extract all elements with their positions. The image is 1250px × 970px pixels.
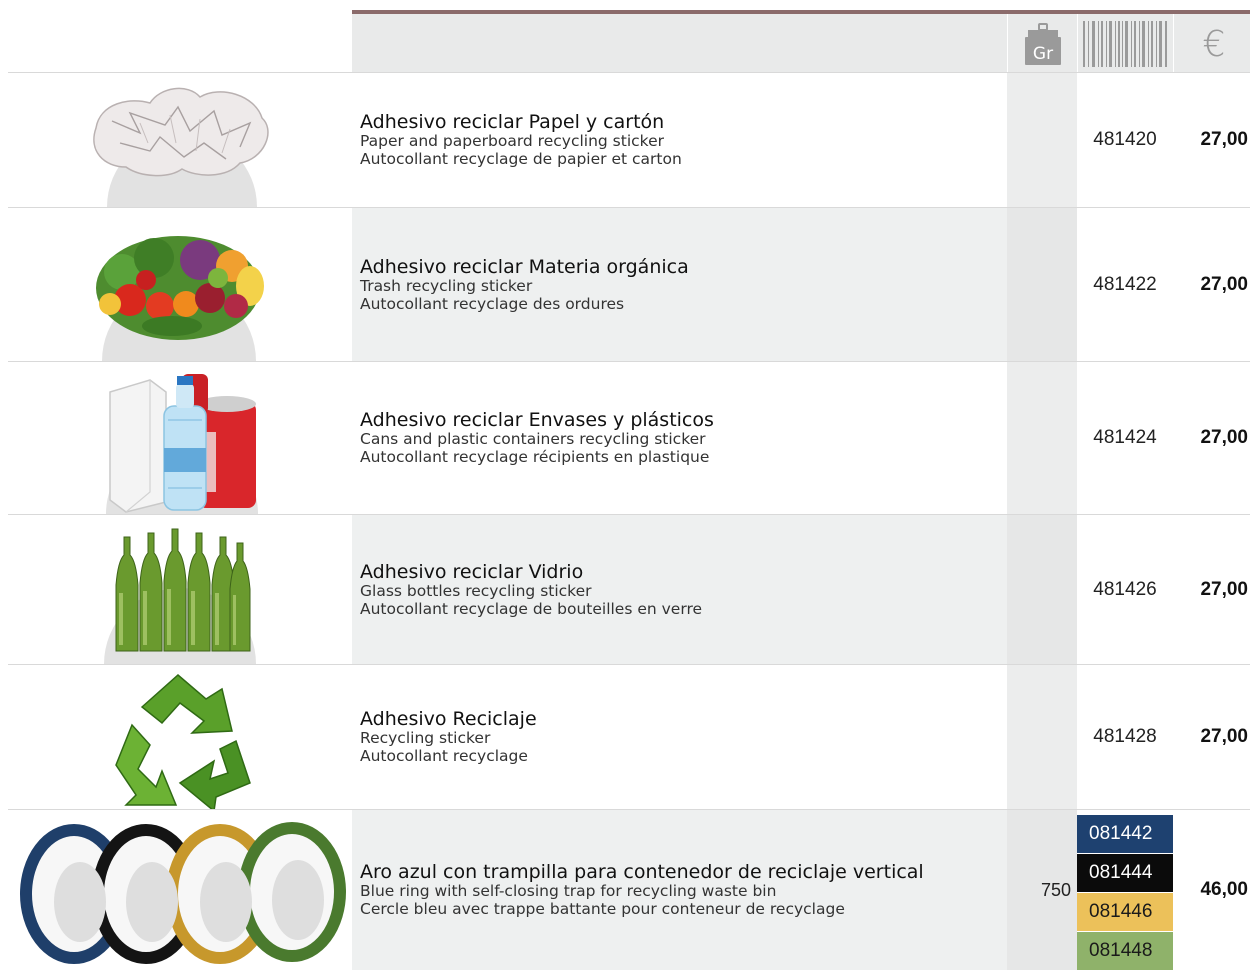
product-description: Adhesivo reciclar Envases y plásticos Ca…: [352, 362, 1007, 514]
product-name-en: Glass bottles recycling sticker: [360, 581, 592, 600]
color-code-green: 081448: [1077, 932, 1173, 970]
euro-icon: €: [1202, 24, 1226, 65]
header-separator: [1007, 14, 1008, 72]
product-name-fr: Autocollant recyclage de bouteilles en v…: [360, 599, 703, 618]
header-separator: [1077, 14, 1078, 72]
cans-plastic-bottle-image: [0, 362, 352, 514]
product-name-es: Adhesivo reciclar Envases y plásticos: [360, 409, 714, 431]
product-name-es: Adhesivo reciclar Materia orgánica: [360, 255, 689, 278]
product-price: 46,00: [1200, 879, 1248, 900]
product-name-en: Trash recycling sticker: [360, 276, 533, 295]
product-description: Aro azul con trampilla para contenedor d…: [352, 810, 1007, 970]
product-weight: [1007, 665, 1077, 809]
product-catalog: Gr € Adhesivo reciclar Papel y cartón Pa…: [0, 0, 1250, 970]
product-name-es: Adhesivo Reciclaje: [360, 708, 537, 730]
product-weight: [1007, 73, 1077, 207]
product-code: 481422: [1093, 273, 1157, 295]
barcode-icon: [1083, 21, 1167, 67]
product-code: 481424: [1093, 427, 1157, 448]
product-description: Adhesivo Reciclaje Recycling sticker Aut…: [352, 665, 1007, 809]
colored-rings-image: [0, 810, 352, 970]
product-weight: [1007, 362, 1077, 514]
product-name-en: Recycling sticker: [360, 729, 491, 747]
product-name-fr: Autocollant recyclage des ordures: [360, 294, 625, 313]
product-price: 27,00: [1200, 578, 1248, 600]
product-name-en: Paper and paperboard recycling sticker: [360, 132, 664, 150]
product-weight: 750: [1007, 810, 1077, 970]
color-code-black: 081444: [1077, 854, 1173, 892]
weight-gr-icon: Gr: [1025, 23, 1061, 65]
color-code-list: 081442 081444 081446 081448: [1077, 809, 1173, 970]
table-header: Gr €: [0, 0, 1250, 72]
product-description: Adhesivo reciclar Vidrio Glass bottles r…: [352, 515, 1007, 664]
product-name-en: Cans and plastic containers recycling st…: [360, 430, 706, 448]
weight-unit-label: Gr: [1033, 44, 1053, 64]
product-row: Aro azul con trampilla para contenedor d…: [0, 809, 1250, 970]
product-row: Adhesivo reciclar Materia orgánica Trash…: [0, 207, 1250, 361]
product-name-fr: Autocollant recyclage: [360, 747, 528, 765]
color-code-blue: 081442: [1077, 815, 1173, 853]
product-code: 481420: [1093, 129, 1157, 150]
product-price: 27,00: [1200, 427, 1248, 448]
product-weight: [1007, 208, 1077, 361]
product-description: Adhesivo reciclar Papel y cartón Paper a…: [352, 73, 1007, 207]
product-price: 27,00: [1200, 726, 1248, 747]
product-code: 481428: [1093, 726, 1157, 747]
recycling-symbol-image: [0, 665, 352, 809]
product-name-es: Adhesivo reciclar Vidrio: [360, 560, 584, 583]
color-code-yellow: 081446: [1077, 893, 1173, 931]
product-row: Adhesivo Reciclaje Recycling sticker Aut…: [0, 664, 1250, 809]
product-name-fr: Cercle bleu avec trappe battante pour co…: [360, 900, 845, 918]
glass-bottles-image: [0, 515, 352, 664]
product-price: 27,00: [1200, 129, 1248, 150]
product-name-fr: Autocollant recyclage récipients en plas…: [360, 448, 710, 466]
product-row: Adhesivo reciclar Papel y cartón Paper a…: [0, 72, 1250, 207]
header-separator: [1173, 14, 1174, 72]
product-name-fr: Autocollant recyclage de papier et carto…: [360, 150, 682, 168]
product-name-es: Aro azul con trampilla para contenedor d…: [360, 861, 924, 883]
product-name-en: Blue ring with self-closing trap for rec…: [360, 882, 777, 900]
product-weight: [1007, 515, 1077, 664]
product-price: 27,00: [1200, 273, 1248, 295]
product-description: Adhesivo reciclar Materia orgánica Trash…: [352, 208, 1007, 361]
product-row: Adhesivo reciclar Envases y plásticos Ca…: [0, 361, 1250, 514]
product-name-es: Adhesivo reciclar Papel y cartón: [360, 111, 665, 133]
fruits-vegetables-image: [0, 208, 352, 361]
product-code: 481426: [1093, 578, 1157, 600]
product-row: Adhesivo reciclar Vidrio Glass bottles r…: [0, 514, 1250, 664]
crumpled-paper-image: [0, 73, 352, 207]
